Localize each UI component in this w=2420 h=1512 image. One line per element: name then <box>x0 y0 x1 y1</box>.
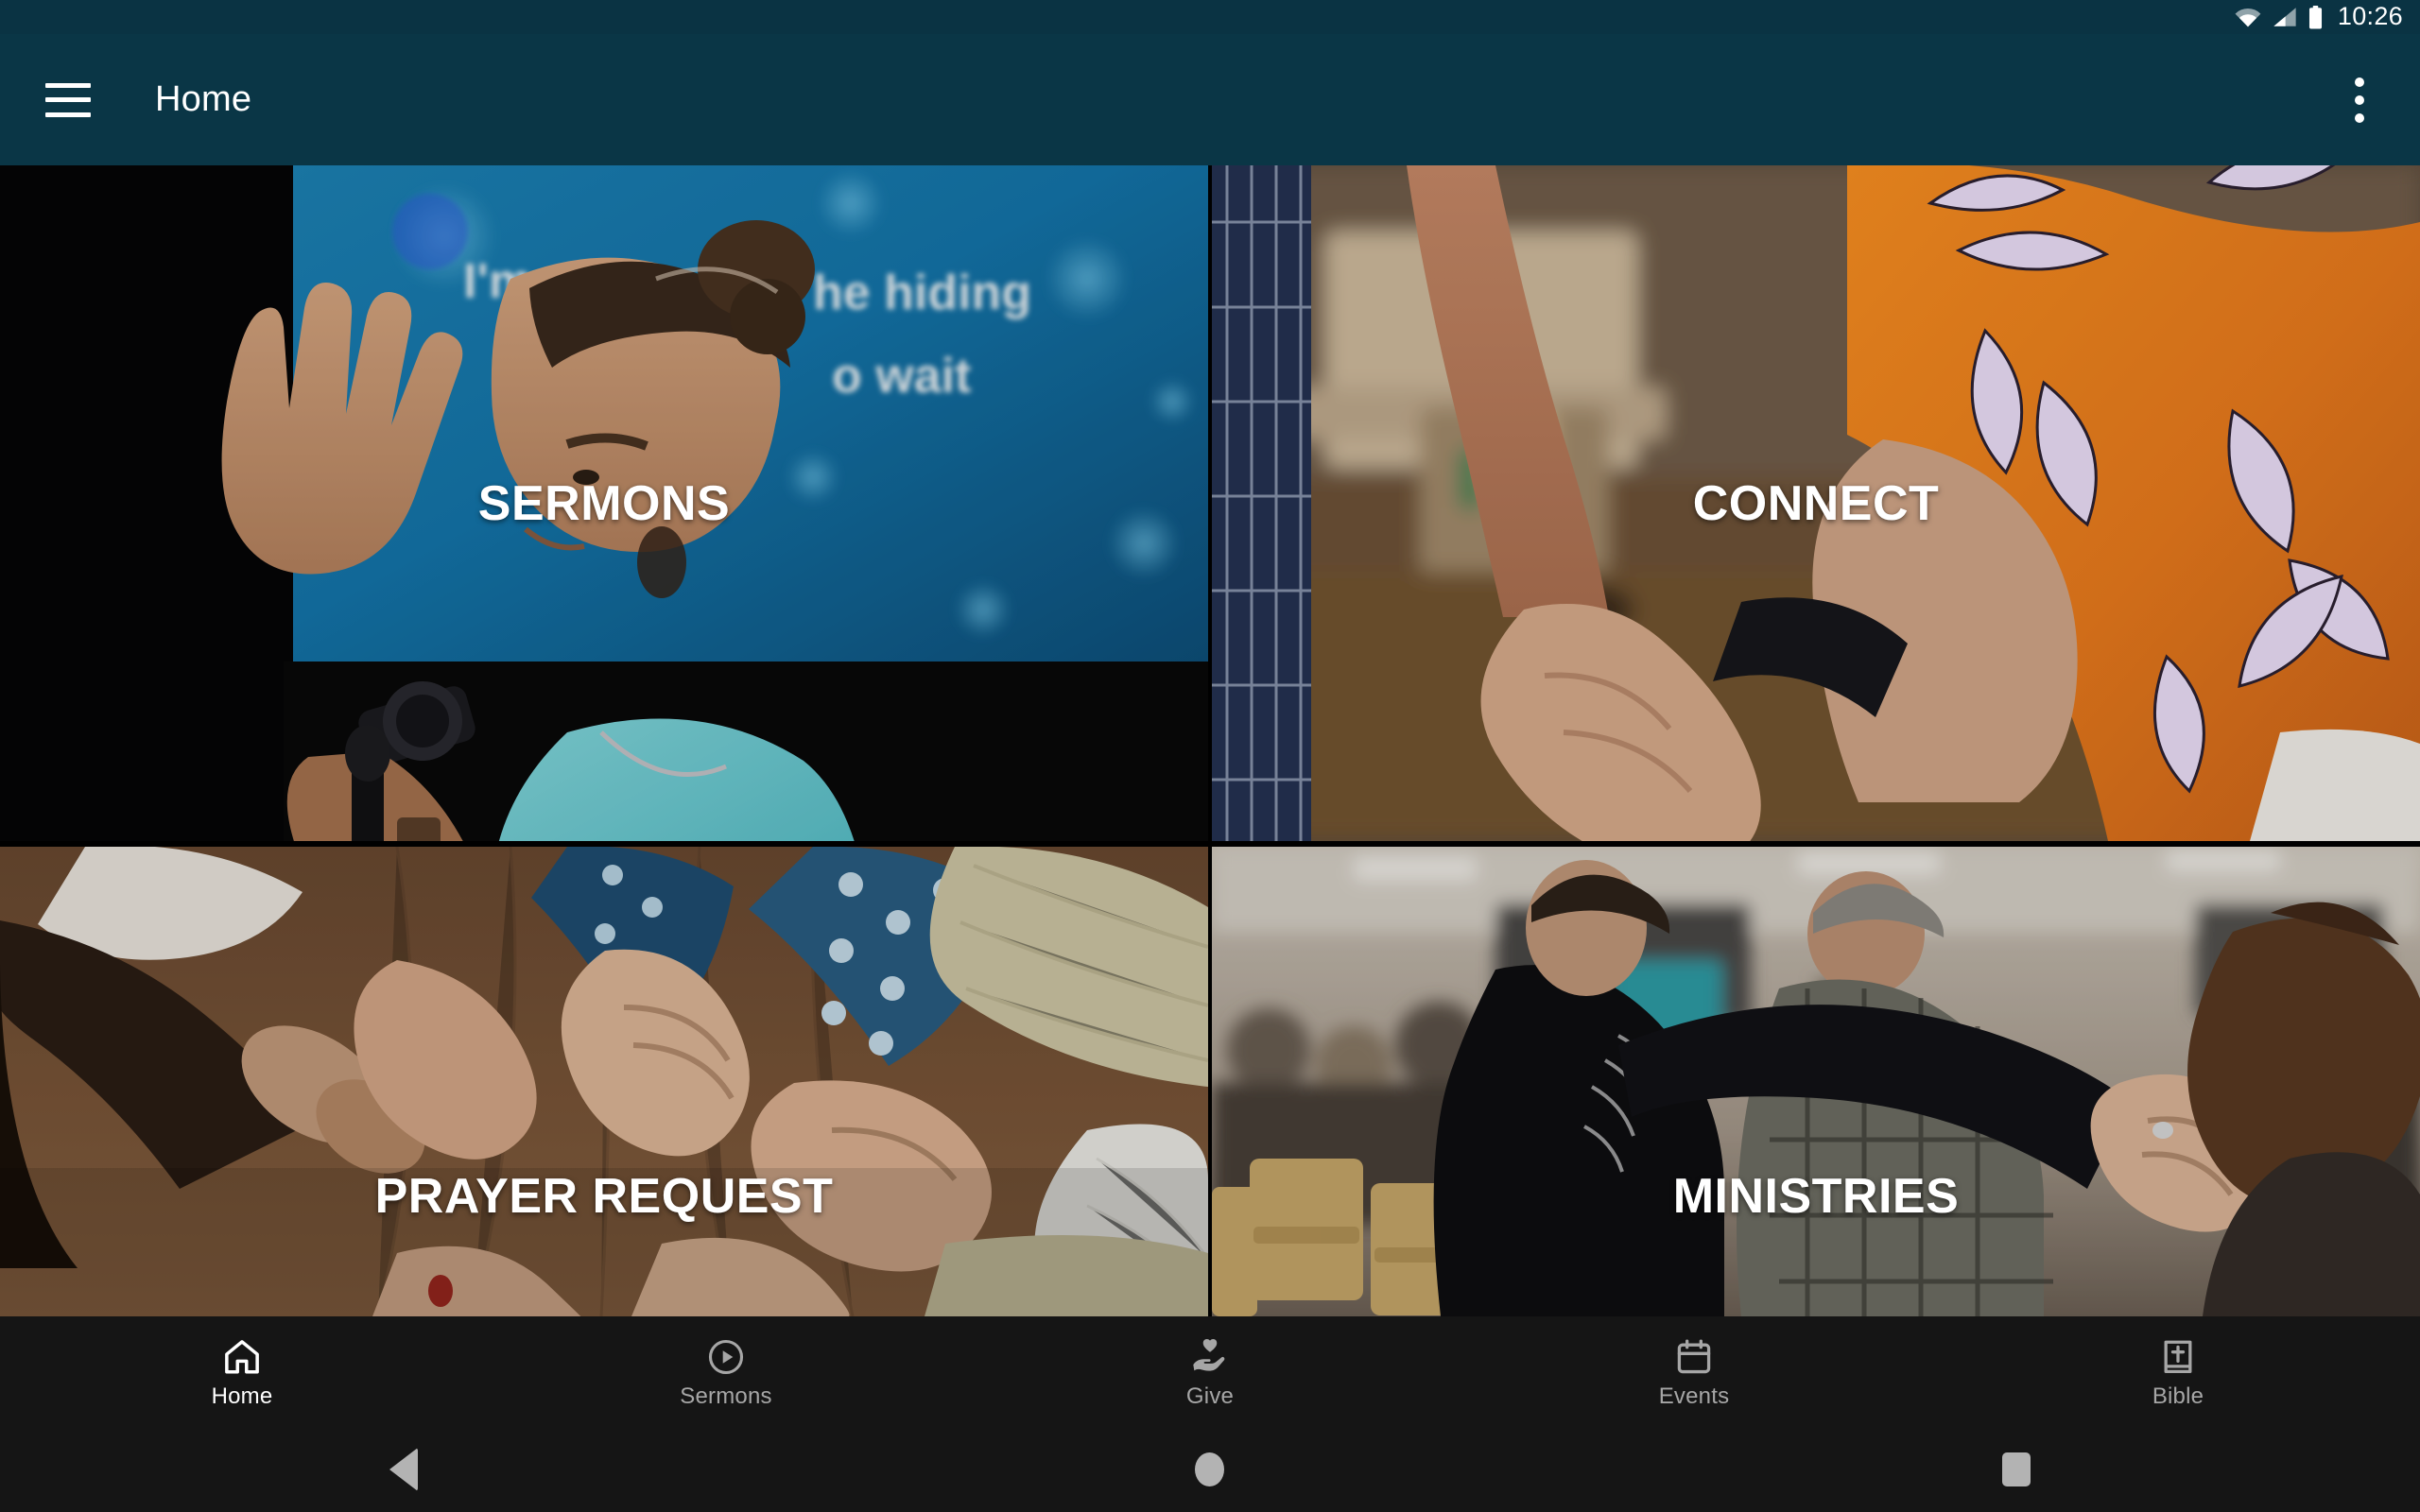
hand-heart-icon <box>1188 1335 1232 1379</box>
home-tile-grid: I'm he hiding o wait SERMONS CONNECT PRA… <box>0 165 2420 1316</box>
nav-label-events: Events <box>1658 1383 1730 1409</box>
tile-label: MINISTRIES <box>1672 1169 1960 1224</box>
app-bar: Home <box>0 34 2420 165</box>
nav-item-bible[interactable]: Bible <box>1936 1316 2420 1427</box>
nav-item-home[interactable]: Home <box>0 1316 484 1427</box>
prayer-request-tile-image <box>0 847 1208 1316</box>
ministries-tile-image <box>1212 847 2420 1316</box>
tile-connect[interactable]: CONNECT <box>1212 165 2420 841</box>
app-root: 10:26 Home I'm he hiding o wait SERMONS … <box>0 0 2420 1512</box>
nav-label-bible: Bible <box>2152 1383 2204 1409</box>
status-bar: 10:26 <box>0 0 2420 34</box>
play-circle-icon <box>705 1335 747 1379</box>
nav-item-give[interactable]: Give <box>968 1316 1452 1427</box>
home-button[interactable] <box>806 1452 1613 1486</box>
nav-label-give: Give <box>1185 1383 1235 1409</box>
page-title: Home <box>155 79 252 119</box>
battery-icon <box>2308 5 2324 29</box>
wifi-icon <box>2234 7 2262 27</box>
tile-label: SERMONS <box>477 475 731 531</box>
hamburger-menu-icon[interactable] <box>45 82 91 117</box>
tile-ministries[interactable]: MINISTRIES <box>1212 847 2420 1316</box>
book-cross-icon <box>2157 1335 2199 1379</box>
tile-prayer-request[interactable]: PRAYER REQUEST <box>0 847 1208 1316</box>
nav-label-home: Home <box>211 1383 273 1409</box>
recents-button[interactable] <box>1614 1452 2420 1486</box>
status-bar-clock: 10:26 <box>2337 1 2403 30</box>
more-vertical-icon[interactable] <box>2333 67 2386 133</box>
tile-label: PRAYER REQUEST <box>374 1169 834 1224</box>
cellular-signal-icon <box>2273 7 2297 27</box>
back-button[interactable] <box>0 1448 806 1491</box>
nav-label-sermons: Sermons <box>680 1383 772 1409</box>
nav-item-events[interactable]: Events <box>1452 1316 1936 1427</box>
nav-item-sermons[interactable]: Sermons <box>484 1316 968 1427</box>
bottom-navigation-bar: Home Sermons Give Events Bible <box>0 1316 2420 1427</box>
church-home-icon <box>221 1335 263 1379</box>
calendar-icon <box>1673 1335 1715 1379</box>
tile-label: CONNECT <box>1692 475 1940 531</box>
android-system-navigation <box>0 1427 2420 1512</box>
tile-sermons[interactable]: I'm he hiding o wait SERMONS <box>0 165 1208 841</box>
